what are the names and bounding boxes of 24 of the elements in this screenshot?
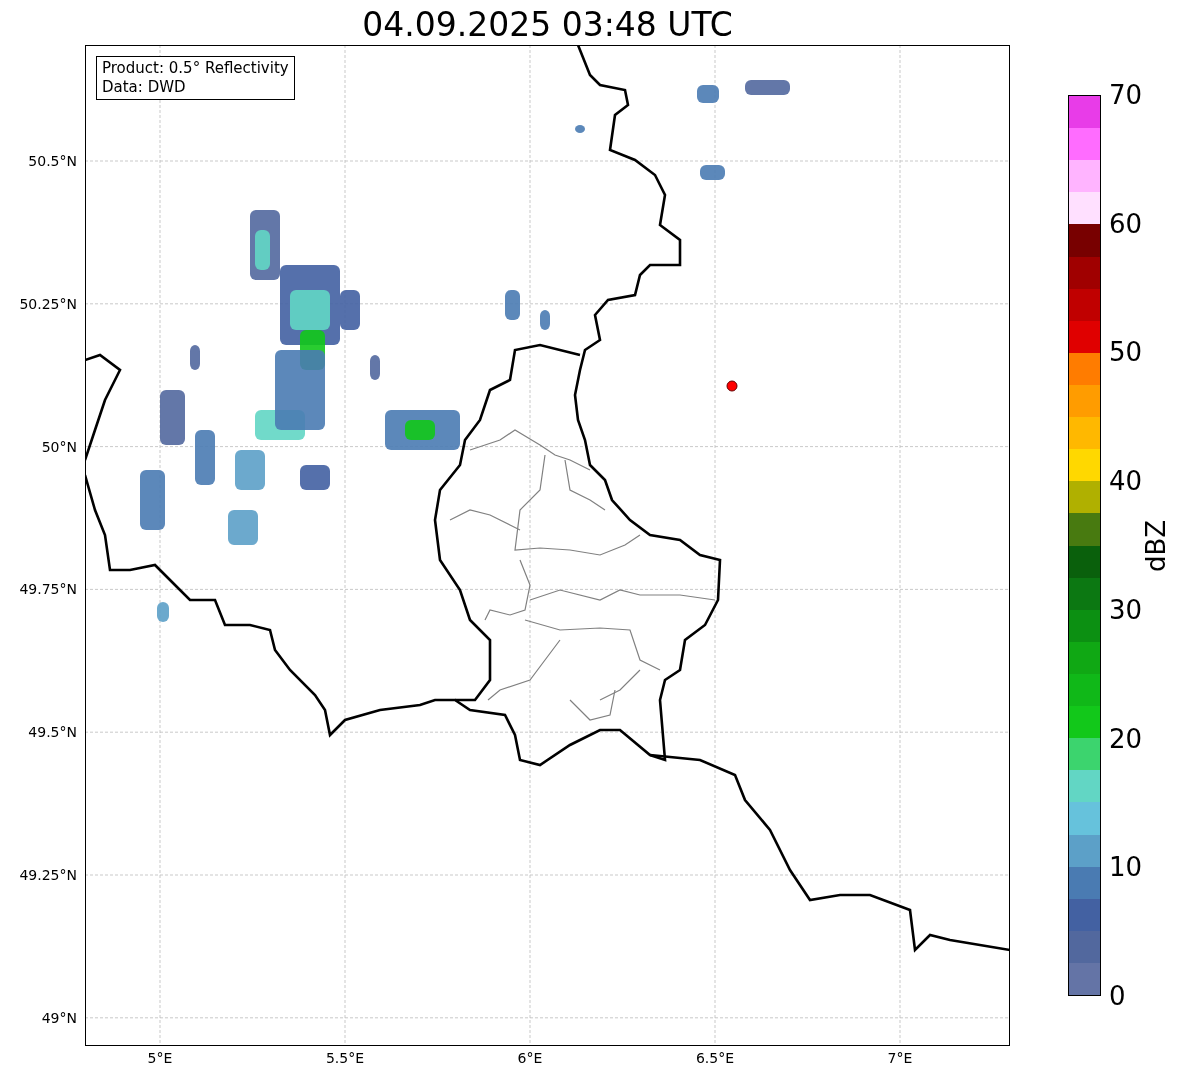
colorbar-label: dBZ	[1141, 519, 1171, 572]
longitude-label: 5.5°E	[325, 1050, 365, 1066]
colorbar-tick-label: 60	[1109, 208, 1143, 239]
latitude-label: 49.75°N	[19, 581, 77, 598]
colorbar-tick-label: 70	[1109, 80, 1143, 110]
latitude-label: 49.25°N	[19, 867, 77, 883]
chart-title: 04.09.2025 03:48 UTC	[361, 4, 734, 45]
latitude-label: 49°N	[41, 1009, 77, 1026]
colorbar-tick-label: 20	[1109, 723, 1143, 754]
latitude-label: 50.25°N	[19, 295, 77, 312]
legend-text: Data: DWD	[102, 78, 187, 97]
colorbar-tick-label: 10	[1109, 852, 1143, 883]
colorbar-tick-label: 30	[1109, 594, 1143, 625]
longitude-label: 6°E	[517, 1050, 543, 1066]
latitude-label: 50°N	[41, 438, 77, 455]
colorbar-tick-label: 40	[1109, 466, 1143, 497]
longitude-label: 5°E	[147, 1050, 173, 1066]
legend-text: Product: 0.5° Reflectivity	[102, 59, 289, 78]
colorbar-tick-label: 50	[1109, 337, 1143, 368]
colorbar-tick-label: 0	[1109, 981, 1126, 1011]
latitude-label: 50.5°N	[28, 153, 77, 169]
longitude-label: 6.5°E	[695, 1050, 735, 1066]
latitude-label: 49.5°N	[28, 724, 77, 741]
longitude-label: 7°E	[887, 1050, 913, 1066]
